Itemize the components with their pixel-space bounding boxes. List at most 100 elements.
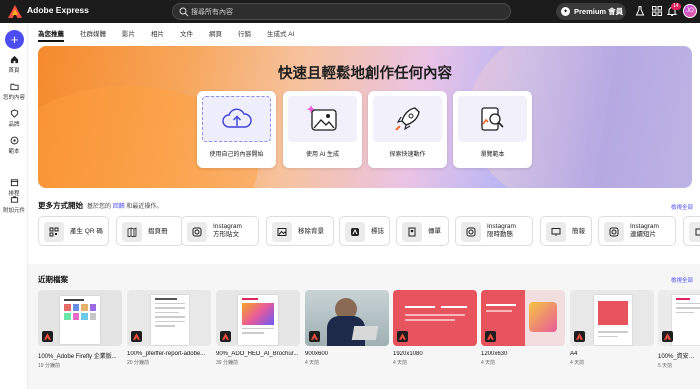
more-ways-subtitle: 基於您的 回饋 和最近操作。	[87, 204, 163, 210]
tab-social-media[interactable]: 社群媒體	[80, 28, 106, 42]
recent-file-card[interactable]: A4 4 天前	[570, 290, 654, 366]
premium-icon: ✦	[561, 7, 570, 16]
adobe-express-file-icon	[309, 331, 320, 342]
quick-start-instagram-story[interactable]: Instagram 限時動態	[455, 216, 533, 246]
avatar[interactable]: JO	[683, 4, 697, 18]
create-button[interactable]: +	[5, 30, 24, 49]
tab-generative-ai[interactable]: 生成式 AI	[267, 28, 294, 42]
addons-icon	[10, 196, 18, 203]
tab-marketing[interactable]: 行銷	[238, 28, 251, 42]
hero-card-thumbnail	[202, 96, 271, 142]
quick-start-label: Instagram 方形貼文	[213, 223, 242, 238]
adobe-express-file-icon	[397, 331, 408, 342]
hero-title: 快速且輕鬆地創作任何內容	[278, 66, 452, 82]
file-modified-time: 4 天前	[393, 360, 408, 366]
file-modified-time: 20 分鐘前	[127, 360, 149, 366]
file-name: 900x600	[305, 351, 329, 357]
instagram-icon	[187, 222, 207, 242]
file-thumbnail	[481, 290, 565, 346]
rail-item-your-content[interactable]: 您的內容	[0, 82, 28, 101]
file-thumbnail	[658, 290, 700, 346]
premium-label: Premium 會員	[574, 7, 624, 16]
tab-photo[interactable]: 相片	[151, 28, 164, 42]
recent-file-card[interactable]: 100%_Adobe Firefly 企業版... 19 分鐘前	[38, 290, 122, 369]
quick-start-label: Instagram 限時動態	[487, 223, 516, 238]
premium-button[interactable]: ✦ Premium 會員	[556, 3, 626, 20]
file-modified-time: 19 分鐘前	[38, 363, 60, 369]
quick-start-flyer[interactable]: 傳單	[396, 216, 449, 246]
tab-video[interactable]: 影片	[122, 28, 135, 42]
more-ways-view-all-link[interactable]: 檢視全部	[671, 203, 693, 211]
file-modified-time: 5 天前	[658, 363, 673, 369]
quick-start-qr-code[interactable]: 產生 QR 碼	[38, 216, 109, 246]
recent-view-all-link[interactable]: 檢視全部	[671, 276, 693, 284]
file-modified-time: 39 分鐘前	[216, 360, 238, 366]
adobe-express-file-icon	[131, 331, 142, 342]
file-modified-time: 4 天前	[305, 360, 320, 366]
rail-item-home[interactable]: 首頁	[0, 55, 28, 74]
search-input[interactable]	[191, 6, 491, 18]
hero-card-thumbnail	[458, 96, 527, 142]
quick-start-logo[interactable]: 標誌	[339, 216, 390, 246]
app-title[interactable]: Adobe Express	[27, 5, 89, 15]
file-thumbnail	[305, 290, 389, 346]
adobe-express-file-icon	[574, 331, 585, 342]
quick-start-instagram-square[interactable]: Instagram 方形貼文	[181, 216, 259, 246]
hero-card-generate-ai[interactable]: 使用 AI 生成	[283, 91, 362, 168]
file-modified-time: 4 天前	[570, 360, 585, 366]
hero-banner: 快速且輕鬆地創作任何內容 使用自己的內容開始 使用 AI 生成 探索快速動作 瀏…	[38, 46, 692, 188]
hero-card-browse-templates[interactable]: 瀏覽範本	[453, 91, 532, 168]
presentation-icon	[546, 222, 566, 242]
file-name: A4	[570, 351, 578, 357]
quick-start-brochure[interactable]: 摺頁冊	[116, 216, 183, 246]
file-name: 100%_Adobe Firefly 企業版...	[38, 354, 117, 360]
adobe-express-logo-icon[interactable]	[8, 5, 22, 18]
rail-item-brand[interactable]: 品牌	[0, 109, 28, 128]
recent-file-card[interactable]: 100%_pfeiffer-report-adobe... 20 分鐘前	[127, 290, 211, 366]
remove-background-icon	[272, 222, 292, 242]
recent-file-card[interactable]: 1920x1080 4 天前	[393, 290, 477, 366]
hero-card-label: 探索快速動作	[389, 152, 426, 158]
hero-card-quick-actions[interactable]: 探索快速動作	[368, 91, 447, 168]
hero-card-start-with-content[interactable]: 使用自己的內容開始	[197, 91, 276, 168]
adobe-express-file-icon	[220, 331, 231, 342]
instagram-story-icon	[461, 222, 481, 242]
tab-documents[interactable]: 文件	[180, 28, 193, 42]
apps-grid-icon[interactable]	[651, 5, 663, 17]
rocket-icon	[394, 107, 420, 131]
top-bar: Adobe Express ✦ Premium 會員 14 JO	[0, 0, 700, 23]
lab-flask-icon[interactable]	[634, 5, 646, 17]
qr-code-icon	[44, 222, 64, 242]
hero-card-label: 使用 AI 生成	[305, 152, 339, 158]
recent-file-card[interactable]: 1200x630 4 天前	[481, 290, 565, 366]
hero-card-thumbnail	[288, 96, 357, 142]
tab-for-you[interactable]: 為您推薦	[38, 28, 64, 42]
feedback-link[interactable]: 回饋	[113, 204, 125, 210]
search-bar[interactable]	[172, 3, 511, 20]
quick-start-label: Instagram 連續短片	[630, 223, 659, 238]
recent-file-card[interactable]: 100%_資安自我審... 5 天前	[658, 290, 700, 369]
adobe-express-file-icon	[662, 331, 673, 342]
recent-file-card[interactable]: 90%_ADO_HED_AI_Brochur... 39 分鐘前	[216, 290, 300, 366]
file-thumbnail	[216, 290, 300, 346]
recent-file-card[interactable]: 900x600 4 天前	[305, 290, 389, 366]
file-name: 100%_pfeiffer-report-adobe...	[127, 351, 206, 357]
quick-start-more[interactable]	[683, 216, 700, 246]
hero-card-thumbnail	[373, 96, 442, 142]
quick-start-presentation[interactable]: 簡報	[540, 216, 592, 246]
calendar-icon	[10, 179, 18, 187]
quick-start-instagram-reel[interactable]: Instagram 連續短片	[598, 216, 676, 246]
tab-webpages[interactable]: 網頁	[209, 28, 222, 42]
file-name: 1920x1080	[393, 351, 423, 357]
adobe-express-file-icon	[42, 331, 53, 342]
search-template-icon	[480, 107, 504, 131]
rail-item-addons[interactable]: 附加元件	[0, 195, 28, 214]
brochure-icon	[122, 222, 142, 242]
file-thumbnail	[570, 290, 654, 346]
rail-item-templates[interactable]: 範本	[0, 136, 28, 155]
quick-start-remove-background[interactable]: 移除背景	[266, 216, 334, 246]
hero-card-label: 使用自己的內容開始	[209, 152, 264, 158]
recent-files-title: 近期檔案	[38, 275, 68, 284]
file-thumbnail	[127, 290, 211, 346]
file-name: 90%_ADO_HED_AI_Brochur...	[216, 351, 299, 357]
